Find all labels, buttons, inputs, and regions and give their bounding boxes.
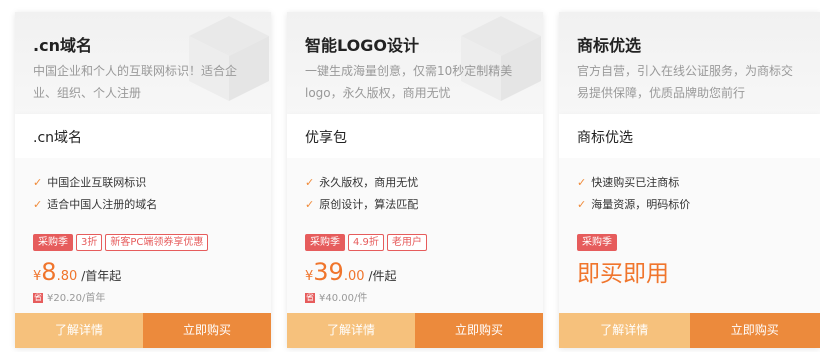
card-header: 智能LOGO设计 一键生成海量创意，仅需10秒定制精美logo，永久版权，商用无… xyxy=(287,12,543,114)
product-cards: .cn域名 中国企业和个人的互联网标识！适合企业、组织、个人注册 .cn域名 ✓… xyxy=(0,0,820,352)
tag-discount: 3折 xyxy=(76,234,103,251)
details-button[interactable]: 了解详情 xyxy=(15,313,143,348)
card-subtitle: .cn域名 xyxy=(33,130,83,146)
tag-new-customer: 新客PC端领券享优惠 xyxy=(105,234,209,251)
feature-item: ✓ 永久版权，商用无忧 xyxy=(305,176,419,189)
card-description: 中国企业和个人的互联网标识！适合企业、组织、个人注册 xyxy=(33,64,238,100)
price-section: 采购季 即买即用 xyxy=(559,228,820,313)
card-cn-domain: .cn域名 中国企业和个人的互联网标识！适合企业、组织、个人注册 .cn域名 ✓… xyxy=(15,12,271,348)
buy-now-button[interactable]: 立即购买 xyxy=(689,313,820,348)
tag-promo: 采购季 xyxy=(305,234,345,251)
card-actions: 了解详情 立即购买 xyxy=(287,313,543,348)
check-icon: ✓ xyxy=(577,198,587,211)
buy-now-button[interactable]: 立即购买 xyxy=(143,313,271,348)
card-header: 商标优选 官方自营，引入在线公证服务，为商标交易提供保障，优质品牌助您前行 xyxy=(559,12,820,114)
details-button[interactable]: 了解详情 xyxy=(559,313,690,348)
card-subtitle: 商标优选 xyxy=(577,130,633,146)
check-icon: ✓ xyxy=(33,176,43,189)
tag-list: 采购季 xyxy=(577,234,620,253)
card-logo-design: 智能LOGO设计 一键生成海量创意，仅需10秒定制精美logo，永久版权，商用无… xyxy=(287,12,543,348)
card-description: 一键生成海量创意，仅需10秒定制精美logo，永久版权，商用无忧 xyxy=(305,64,513,100)
card-title: .cn域名 xyxy=(33,36,92,55)
tag-list: 采购季 4.9折 老用户 xyxy=(305,234,430,253)
card-subtitle-bar: 优享包 xyxy=(287,114,543,158)
card-subtitle: 优享包 xyxy=(305,130,347,146)
original-price: 省 ¥20.20/首年 xyxy=(33,293,106,304)
card-subtitle-bar: 商标优选 xyxy=(559,114,820,158)
card-subtitle-bar: .cn域名 xyxy=(15,114,271,158)
card-actions: 了解详情 立即购买 xyxy=(559,313,820,348)
details-button[interactable]: 了解详情 xyxy=(287,313,415,348)
save-badge: 省 xyxy=(33,293,43,303)
card-actions: 了解详情 立即购买 xyxy=(15,313,271,348)
feature-item: ✓ 适合中国人注册的域名 xyxy=(33,198,158,211)
card-trademark: 商标优选 官方自营，引入在线公证服务，为商标交易提供保障，优质品牌助您前行 商标… xyxy=(559,12,820,348)
check-icon: ✓ xyxy=(577,176,587,189)
original-price: 省 ¥40.00/件 xyxy=(305,293,368,304)
tag-list: 采购季 3折 新客PC端领券享优惠 xyxy=(33,234,211,253)
feature-item: ✓ 原创设计，算法匹配 xyxy=(305,198,419,211)
feature-list: ✓ 中国企业互联网标识 ✓ 适合中国人注册的域名 xyxy=(15,158,271,229)
feature-list: ✓ 快速购买已注商标 ✓ 海量资源，明码标价 xyxy=(559,158,820,229)
tag-promo: 采购季 xyxy=(33,234,73,251)
buy-now-button[interactable]: 立即购买 xyxy=(415,313,543,348)
price: ¥39.00/件起 xyxy=(305,258,397,286)
price: ¥8.80/首年起 xyxy=(33,258,122,286)
card-title: 智能LOGO设计 xyxy=(305,36,419,55)
tag-returning-customer: 老用户 xyxy=(386,234,427,251)
tag-promo: 采购季 xyxy=(577,234,617,251)
feature-item: ✓ 快速购买已注商标 xyxy=(577,176,680,189)
tag-discount: 4.9折 xyxy=(348,234,384,251)
feature-item: ✓ 中国企业互联网标识 xyxy=(33,176,147,189)
card-title: 商标优选 xyxy=(577,36,642,55)
price-section: 采购季 4.9折 老用户 ¥39.00/件起 省 ¥40.00/件 xyxy=(287,228,543,313)
headline-buy-and-use: 即买即用 xyxy=(577,261,669,287)
save-badge: 省 xyxy=(305,293,315,303)
feature-list: ✓ 永久版权，商用无忧 ✓ 原创设计，算法匹配 xyxy=(287,158,543,229)
price-section: 采购季 3折 新客PC端领券享优惠 ¥8.80/首年起 省 ¥20.20/首年 xyxy=(15,228,271,313)
check-icon: ✓ xyxy=(305,176,315,189)
card-header: .cn域名 中国企业和个人的互联网标识！适合企业、组织、个人注册 xyxy=(15,12,271,114)
card-description: 官方自营，引入在线公证服务，为商标交易提供保障，优质品牌助您前行 xyxy=(577,64,794,100)
check-icon: ✓ xyxy=(33,198,43,211)
check-icon: ✓ xyxy=(305,198,315,211)
feature-item: ✓ 海量资源，明码标价 xyxy=(577,198,691,211)
